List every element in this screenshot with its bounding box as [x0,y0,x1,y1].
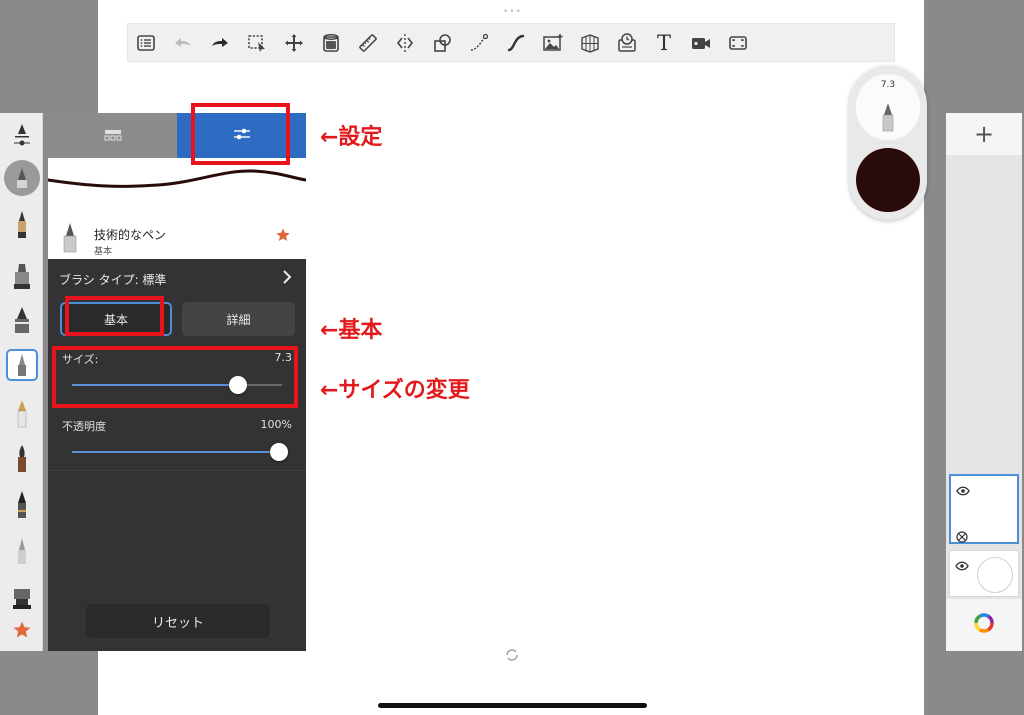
image-import-icon[interactable] [535,25,571,61]
redo-icon[interactable] [202,25,238,61]
undo-icon[interactable] [165,25,201,61]
opacity-value: 100% [260,418,292,431]
transform-icon[interactable] [276,25,312,61]
current-brush-row[interactable] [48,214,306,259]
background-layer[interactable] [949,550,1019,597]
annotation-settings: ←設定 [320,125,383,150]
color-wheel-button[interactable] [946,599,1022,651]
current-color-button[interactable] [856,148,920,212]
eye-icon[interactable] [955,556,969,575]
brush-name: 技術的なペン [94,228,167,242]
opacity-slider-thumb[interactable] [270,443,288,461]
annotation-box-basic [65,296,164,336]
annotation-basic: ←基本 [320,318,383,343]
background-color-swatch[interactable] [977,557,1013,593]
shapes-icon[interactable] [424,25,460,61]
layers-rail: + [946,113,1022,651]
stroke-preview [46,158,308,214]
opacity-slider-fill [72,451,279,453]
video-icon[interactable] [683,25,719,61]
opacity-label: 不透明度 [62,420,106,433]
brush-pen-icon[interactable] [0,439,43,479]
technical-pen-icon[interactable] [0,345,43,385]
chevron-right-icon[interactable] [280,268,294,286]
opacity-slider[interactable] [72,443,288,461]
timelapse-icon[interactable] [609,25,645,61]
brush-stack-icon[interactable] [0,115,43,155]
favorites-star-icon[interactable] [0,610,43,650]
fill-icon[interactable] [313,25,349,61]
section-divider [48,470,306,471]
tab-brush-library[interactable] [48,113,177,158]
annotation-box-size [52,346,298,408]
segment-detail[interactable]: 詳細 [182,302,295,336]
blend-mode-icon[interactable] [956,528,968,547]
airbrush-icon[interactable] [0,158,43,198]
felt-pen-icon[interactable] [0,301,43,341]
color-wheel-icon [973,612,995,638]
annotation-box-settings [191,103,290,165]
fountain-pen-icon[interactable] [0,394,43,434]
selection-icon[interactable] [239,25,275,61]
sync-icon [505,647,519,661]
ruler-icon[interactable] [350,25,386,61]
brush-category: 基本 [94,247,113,257]
home-indicator [378,703,647,708]
technical-pen-icon [881,102,895,136]
brush-library-icon [104,126,122,145]
favorite-star-icon[interactable] [275,227,291,243]
top-toolbar: T [127,23,895,62]
calligraphy-pen-icon[interactable] [0,485,43,525]
soft-pen-icon[interactable] [0,531,43,571]
eye-icon[interactable] [956,481,970,500]
marker-icon[interactable] [0,256,43,296]
add-layer-button[interactable]: + [946,113,1022,155]
symmetry-icon[interactable] [387,25,423,61]
technical-pen-thumbnail-icon [60,222,80,258]
annotation-size-change: ←サイズの変更 [320,378,470,403]
reset-button[interactable]: リセット [86,604,270,638]
fullscreen-icon[interactable] [720,25,756,61]
list-icon[interactable] [128,25,164,61]
brush-size-value: 7.3 [880,80,896,90]
brush-library-rail [0,113,43,651]
toolbar-grabber[interactable]: ••• [503,7,522,17]
brush-type-label: ブラシ タイプ: 標準 [59,273,167,287]
stroke-icon[interactable] [498,25,534,61]
curve-icon[interactable] [461,25,497,61]
layer-1[interactable] [949,474,1019,544]
perspective-icon[interactable] [572,25,608,61]
text-icon[interactable]: T [646,25,682,61]
pencil-icon[interactable] [0,205,43,245]
